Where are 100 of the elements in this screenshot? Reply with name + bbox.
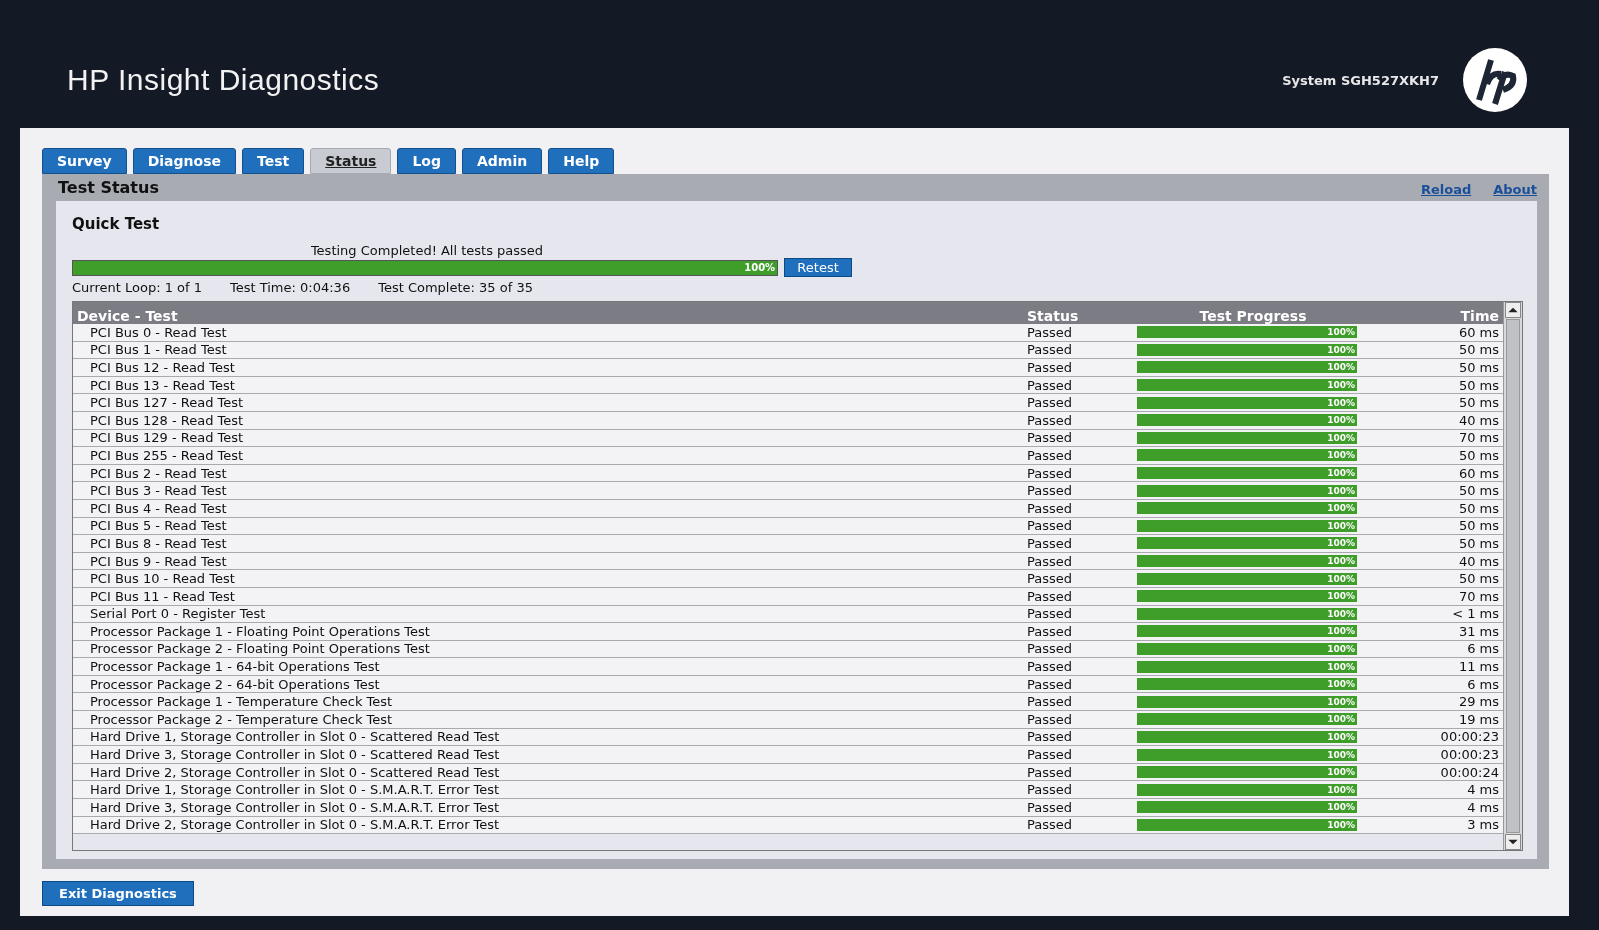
status-text: Passed [1027,571,1074,587]
status-text: Passed [1027,799,1074,815]
percent-label: 100% [1327,714,1356,725]
time-text: 00:00:23 [1439,729,1500,745]
test-name: Hard Drive 1, Storage Controller in Slot 0 - Scattered Read Test [89,729,501,745]
status-text: Passed [1027,412,1074,428]
time-text: 40 ms [1457,412,1500,428]
table-row[interactable]: PCI Bus 0 - Read Test Passed 100% 60 ms [73,324,1503,342]
time-text: 50 ms [1457,518,1500,534]
stat-text: Test Complete: 35 of 35 [378,280,533,295]
status-text: Passed [1027,324,1074,340]
column-header: Test Progress [1198,308,1308,324]
test-name: Hard Drive 1, Storage Controller in Slot 0 - S.M.A.R.T. Error Test [89,782,501,798]
table-row[interactable]: Hard Drive 1, Storage Controller in Slot 0 - S.M.A.R.T. Error Test Passed 100% 4 ms [73,781,1503,800]
tab[interactable]: Survey [42,148,127,174]
test-name: PCI Bus 5 - Read Test [89,518,228,534]
percent-label: 100% [1327,784,1356,795]
table-row[interactable]: Processor Package 1 - 64-bit Operations Test Passed 100% 11 ms [73,658,1503,676]
test-name: PCI Bus 8 - Read Test [89,535,228,551]
time-text: 50 ms [1457,447,1500,463]
test-name: PCI Bus 12 - Read Test [89,360,236,375]
time-text: 11 ms [1457,659,1500,675]
time-text: 60 ms [1457,465,1500,481]
time-text: 50 ms [1457,342,1500,358]
scroll-up-icon[interactable] [1505,302,1521,318]
test-name: PCI Bus 3 - Read Test [89,483,228,499]
status-text: Passed [1027,606,1074,622]
test-name: Processor Package 2 - 64-bit Operations Test [89,676,381,692]
percent-label: 100% [1327,661,1356,672]
status-text: Passed [1027,623,1074,639]
table-row[interactable]: Processor Package 2 - Temperature Check Test Passed 100% 19 ms [73,711,1503,729]
time-text: 50 ms [1457,395,1500,411]
test-name: Processor Package 1 - Temperature Check Test [89,694,394,710]
percent-label: 100% [1327,696,1356,707]
percent-label: 100% [1327,503,1356,514]
table-row[interactable]: Hard Drive 3, Storage Controller in Slot 0 - Scattered Read Test Passed 100% 00:00:23 [73,746,1503,764]
test-name: PCI Bus 255 - Read Test [89,447,245,463]
percent-label: 100% [1327,819,1356,830]
status-text: Passed [1027,729,1074,745]
test-name: PCI Bus 11 - Read Test [89,588,236,604]
status-text: Passed [1027,465,1074,481]
status-message: Testing Completed! All tests passed [309,243,545,258]
tab[interactable]: Test [242,148,305,174]
scroll-down-icon[interactable] [1505,834,1521,850]
percent-label: 100% [1327,626,1356,637]
percent-label: 100% [1327,608,1356,619]
section-title: Test Status [58,178,159,197]
table-row[interactable]: PCI Bus 3 - Read Test Passed 100% 50 ms [73,482,1503,500]
percent-label: 100% [1327,538,1356,549]
tab[interactable]: Log [397,148,456,174]
scroll-thumb[interactable] [1506,319,1520,833]
time-text: 4 ms [1466,799,1500,815]
status-text: Passed [1027,588,1074,604]
percent-label: 100% [1327,415,1356,426]
percent-label: 100% [1327,591,1356,602]
table-row[interactable]: Processor Package 1 - Temperature Check Test Passed 100% 29 ms [73,693,1503,712]
column-header: Status [1027,308,1080,324]
test-name: PCI Bus 129 - Read Test [89,430,245,446]
test-name: Hard Drive 2, Storage Controller in Slot 0 - Scattered Read Test [89,764,501,780]
app-title: HP Insight Diagnostics [67,63,380,97]
percent-label: 100% [1327,573,1356,584]
table-row[interactable]: PCI Bus 12 - Read Test Passed 100% 50 ms [73,359,1503,377]
time-text: 70 ms [1457,588,1500,604]
exit-button[interactable]: Exit Diagnostics [42,881,194,906]
table-row[interactable]: PCI Bus 8 - Read Test Passed 100% 50 ms [73,535,1503,553]
time-text: 6 ms [1466,676,1500,692]
percent-label: 100% [1327,468,1356,479]
time-text: 50 ms [1457,535,1500,551]
table-row[interactable]: PCI Bus 127 - Read Test Passed 100% 50 ms [73,394,1503,412]
stat-text: Current Loop: 1 of 1 [72,280,202,295]
time-text: 60 ms [1457,324,1500,340]
table-row[interactable]: Processor Package 1 - Floating Point Operations Test Passed 100% 31 ms [73,623,1503,641]
tab[interactable]: Help [548,148,615,174]
percent-label: 100% [1327,327,1356,338]
status-text: Passed [1027,483,1074,499]
retest-button[interactable]: Retest [784,258,852,277]
tab[interactable]: Diagnose [132,148,236,174]
status-text: Passed [1027,395,1074,411]
tab[interactable]: Status [310,148,392,174]
table-row[interactable]: Hard Drive 3, Storage Controller in Slot 0 - S.M.A.R.T. Error Test Passed 100% 4 ms [73,799,1503,817]
table-row[interactable]: PCI Bus 10 - Read Test Passed 100% 50 ms [73,570,1503,588]
scrollbar[interactable] [1503,302,1522,850]
test-name: Processor Package 2 - Floating Point Operations Test [89,641,431,657]
tab[interactable]: Admin [462,148,543,174]
status-text: Passed [1027,342,1074,358]
percent-label: 100% [744,262,777,273]
test-name: PCI Bus 4 - Read Test [89,500,228,516]
percent-label: 100% [1327,450,1356,461]
time-text: 50 ms [1457,360,1500,375]
stat-text: Test Time: 0:04:36 [230,280,351,295]
percent-label: 100% [1327,749,1356,760]
status-text: Passed [1027,694,1074,710]
status-text: Passed [1027,764,1074,780]
percent-label: 100% [1327,432,1356,443]
panel-title: Quick Test [72,215,161,233]
table-row[interactable]: PCI Bus 255 - Read Test Passed 100% 50 ms [73,447,1503,465]
status-text: Passed [1027,360,1074,375]
status-text: Passed [1027,641,1074,657]
status-text: Passed [1027,747,1074,763]
status-text: Passed [1027,500,1074,516]
